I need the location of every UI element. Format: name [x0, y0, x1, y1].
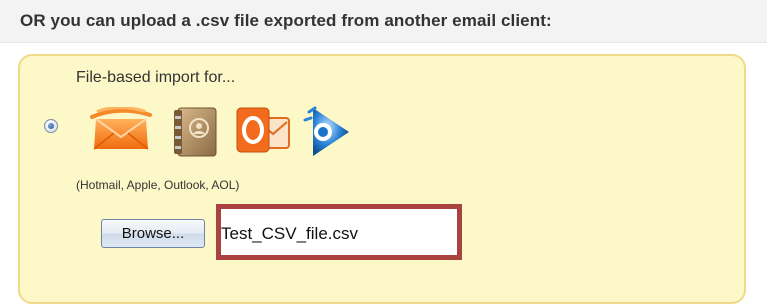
aol-icon: [303, 106, 351, 158]
section-heading: OR you can upload a .csv file exported f…: [20, 11, 552, 30]
outlook-icon: [235, 104, 291, 156]
radio-selected-dot: [48, 123, 54, 129]
apple-address-book-icon: [170, 104, 220, 160]
panel-title: File-based import for...: [76, 69, 236, 86]
file-name-text: Test_CSV_file.csv: [221, 224, 358, 243]
provider-caption: (Hotmail, Apple, Outlook, AOL): [76, 178, 240, 192]
browse-button[interactable]: Browse...: [101, 219, 205, 248]
file-import-radio[interactable]: [44, 119, 58, 133]
hotmail-icon: [90, 106, 152, 155]
file-name-field[interactable]: Test_CSV_file.csv: [216, 204, 462, 260]
